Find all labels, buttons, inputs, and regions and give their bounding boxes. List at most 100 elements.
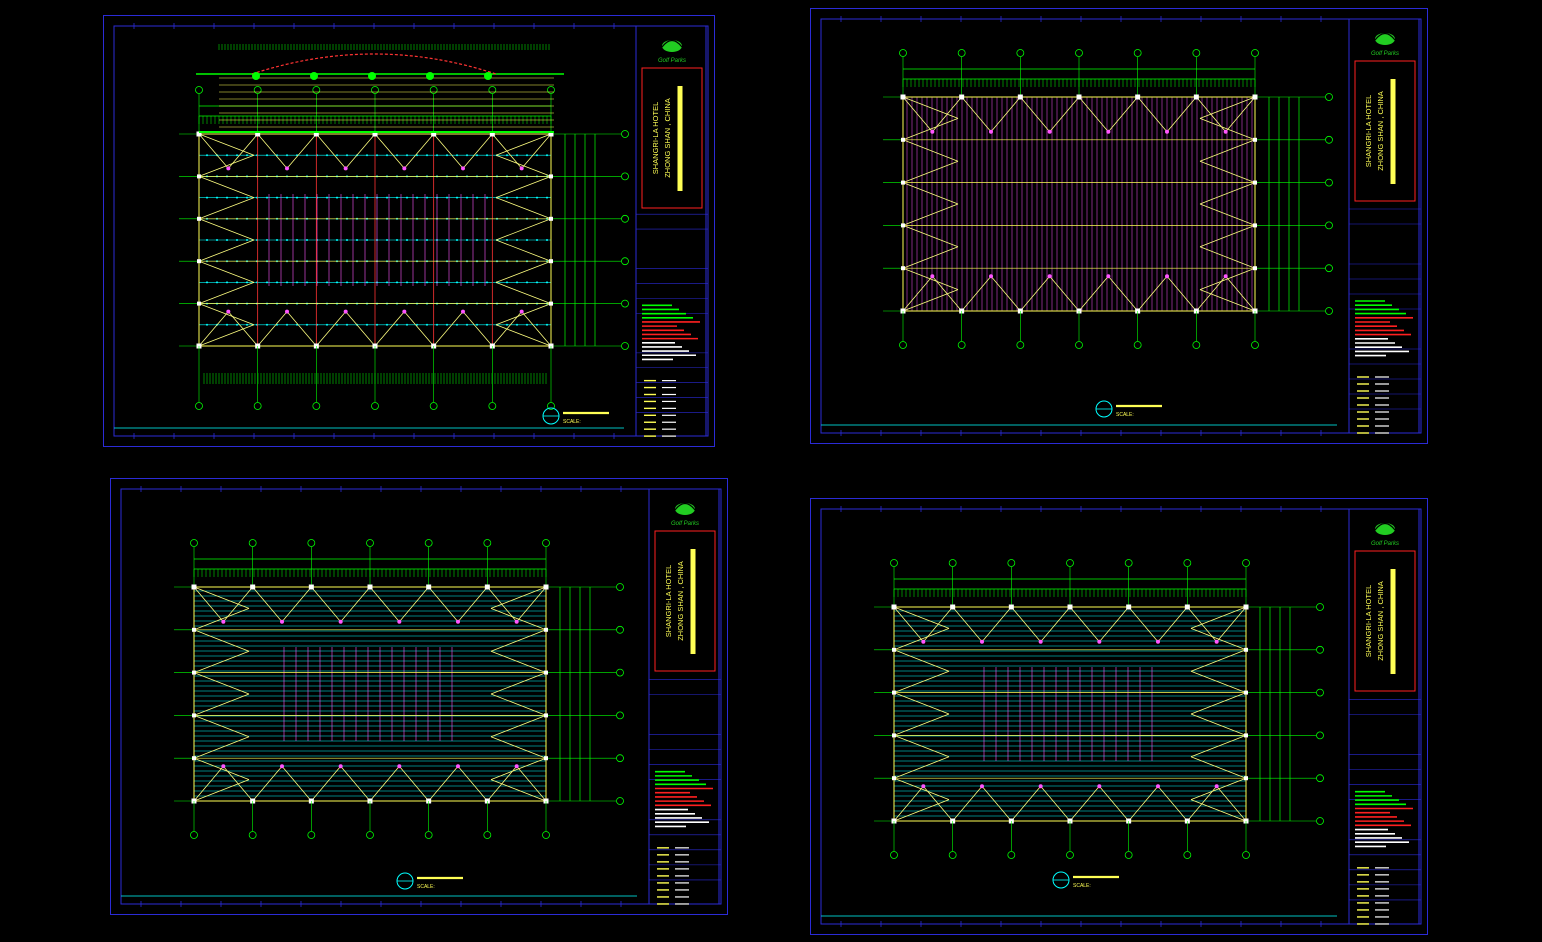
drawing-sheet-4[interactable]: Golf Parks SHANGRI-LA HOTEL ZHONG SHAN , C… [810,498,1428,935]
bracing-line [198,311,229,347]
column-node [484,584,490,590]
purlin-node [476,281,478,284]
bracing-line [495,218,552,241]
grid-bubble [1251,341,1259,349]
bracing-line [490,586,547,609]
purlin-node [416,196,418,199]
bracing-node [397,764,402,769]
bracing-node [1214,639,1219,644]
purlin-node [406,196,408,199]
bracing-line [198,303,255,326]
column-node [197,301,201,306]
sheet-3-drawing: Golf Parks SHANGRI-LA HOTEL ZHONG SHAN , C… [120,486,722,907]
purlin-node [446,196,448,199]
bracing-line [404,133,434,169]
column-node [901,266,905,271]
bracing-node [921,784,926,789]
column-node [1184,604,1190,610]
bracing-node [514,764,519,769]
purlin-node [516,239,518,241]
bracing-line [193,629,250,652]
purlin-node [206,239,208,241]
grid-bubble [429,402,438,410]
bracing-line [893,649,950,672]
purlin-node [426,281,428,284]
bracing-line [1216,606,1247,643]
bracing-line [1190,799,1247,822]
grid-bubble [948,851,957,859]
grid-bubble [424,539,433,547]
purlin-node [266,281,268,284]
column-node [1244,690,1248,695]
purlin-node [516,154,518,157]
purlin-node [366,154,368,157]
column-node [544,585,548,589]
column-node [1244,776,1248,781]
grid-bubble [1066,559,1074,567]
elevation-node [368,72,376,80]
bracing-line [495,303,552,326]
inner-border [820,508,1420,925]
purlin-node [456,323,458,326]
grid-bubble [1183,559,1192,567]
elevation-arch [251,53,497,75]
sheet-2-canvas: Golf Parks SHANGRI-LA HOTEL ZHONG SHAN , C… [820,16,1422,436]
grid-bubble [195,402,203,410]
column-node [192,713,196,718]
purlin-node [346,239,348,241]
logo-text: Golf Parks [658,58,686,64]
bracing-node [1214,784,1219,789]
bracing-node [280,619,284,624]
bracing-line [369,586,400,623]
bracing-node [514,619,519,624]
bracing-line [193,608,250,631]
purlin-node [366,196,368,199]
purlin-node [456,281,458,284]
bracing-line [490,779,547,802]
bracing-node [456,764,460,769]
grid-bubble [307,539,316,547]
drawing-sheet-2[interactable]: Golf Parks SHANGRI-LA HOTEL ZHONG SHAN , C… [810,8,1428,444]
drawing-sheet-3[interactable]: Golf Parks SHANGRI-LA HOTEL ZHONG SHAN , C… [110,478,728,915]
column-node [192,627,196,632]
purlin-node [426,239,428,241]
drawing-scale-label: SCALE: [1073,883,1091,889]
bracing-line [193,650,250,673]
bracing-line [902,96,933,133]
hotel-name-text: SHANGRI-LA HOTEL [1364,585,1373,658]
column-node [892,776,896,781]
grid-bubble [616,754,624,763]
bracing-line [198,154,255,177]
purlin-node [236,239,238,241]
elevation-node [484,72,492,80]
purlin-node [236,154,238,157]
grid-bubble [1016,49,1025,57]
purlin-node [216,239,218,241]
bracing-line [345,311,376,347]
purlin-node [326,154,328,157]
drawing-sheet-1[interactable]: Golf Parks SHANGRI-LA HOTEL ZHONG SHAN , C… [103,15,715,447]
purlin-node [506,323,508,326]
purlin-node [306,239,308,241]
purlin-node [236,196,238,199]
hotel-name-text: SHANGRI-LA HOTEL [664,565,673,638]
grid-bubble [1133,341,1142,349]
purlin-node [286,281,288,284]
bracing-line [198,324,255,347]
bracing-node [402,166,407,171]
sheet-4-drawing: Golf Parks SHANGRI-LA HOTEL ZHONG SHAN , C… [820,506,1422,927]
bracing-line [902,246,959,269]
purlin-node [396,154,398,157]
bracing-line [462,133,493,169]
column-node [544,627,548,632]
grid-bubble [483,831,492,839]
purlin-node [516,281,518,284]
column-node [544,713,548,718]
purlin-node [466,281,468,284]
inner-border [120,488,720,905]
grid-bubble [616,583,624,591]
bracing-line [316,311,346,347]
bracing-line [193,586,224,623]
column-node [892,605,896,609]
bracing-line [374,311,405,347]
